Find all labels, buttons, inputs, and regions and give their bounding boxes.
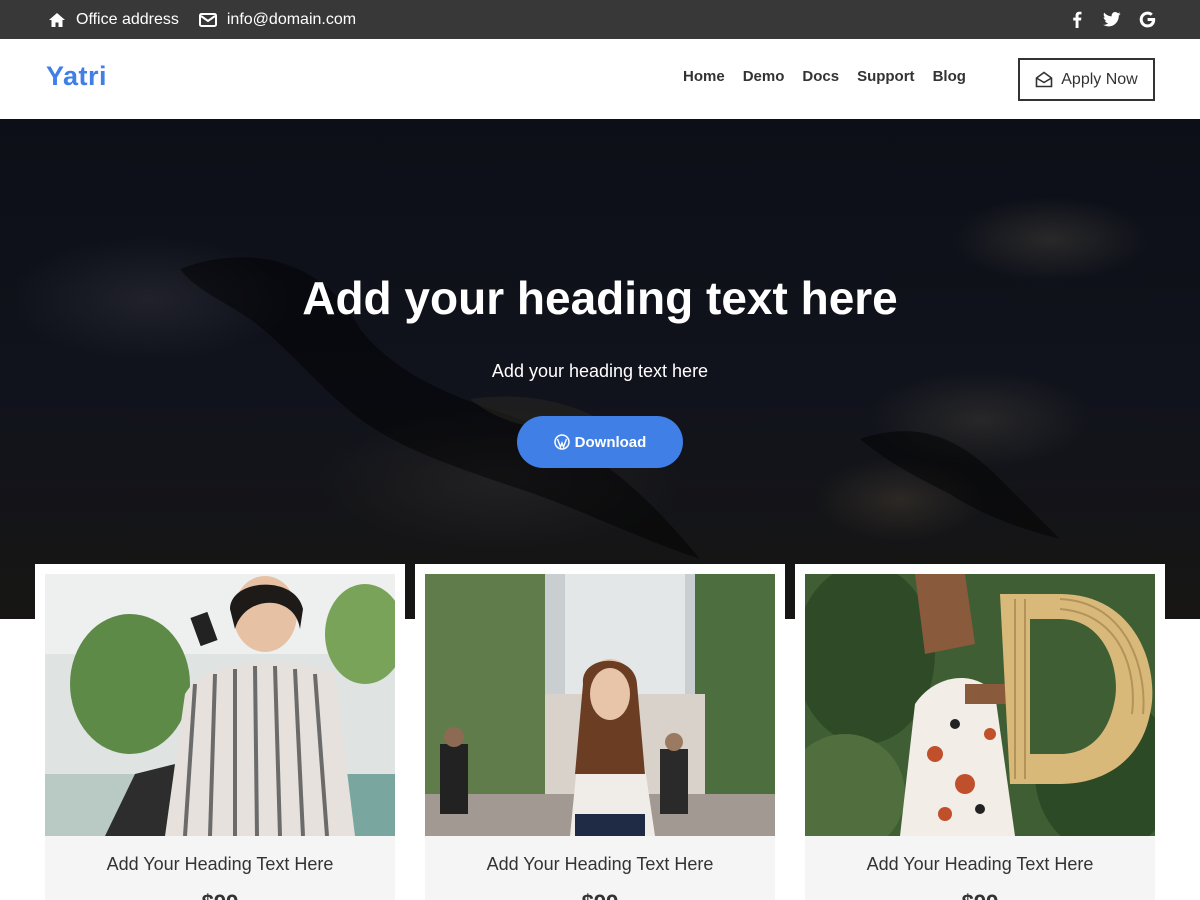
email-text: info@domain.com [226, 10, 357, 28]
product-card[interactable]: Add Your Heading Text Here $99 [415, 564, 785, 900]
product-title[interactable]: Add Your Heading Text Here [45, 854, 395, 875]
office-address-text: Office address [76, 10, 179, 28]
hero-title: Add your heading text here [302, 272, 898, 324]
product-image[interactable] [45, 574, 395, 836]
twitter-icon[interactable] [1103, 11, 1121, 29]
office-address: Office address [48, 11, 179, 29]
google-icon[interactable] [1138, 11, 1156, 29]
main-nav: Home Demo Docs Support Blog [674, 68, 975, 85]
email-link[interactable]: info@domain.com [198, 10, 357, 29]
hero-section: Add your heading text here Add your head… [0, 119, 1200, 619]
product-price: $99 [425, 890, 775, 900]
product-image[interactable] [805, 574, 1155, 836]
nav-item-demo[interactable]: Demo [743, 68, 785, 85]
product-title[interactable]: Add Your Heading Text Here [425, 854, 775, 875]
product-price: $99 [45, 890, 395, 900]
apply-now-label: Apply Now [1061, 70, 1138, 88]
product-price: $99 [805, 890, 1155, 900]
nav-item-support[interactable]: Support [857, 68, 915, 85]
download-label: Download [574, 433, 647, 451]
download-button[interactable]: Download [517, 416, 683, 468]
product-image[interactable] [425, 574, 775, 836]
nav-item-blog[interactable]: Blog [933, 68, 966, 85]
home-icon [49, 12, 65, 27]
envelope-icon [198, 12, 217, 27]
site-header: Yatri Home Demo Docs Support Blog Apply … [0, 39, 1200, 119]
envelope-open-icon [1035, 71, 1053, 88]
social-links [1051, 0, 1156, 39]
product-title[interactable]: Add Your Heading Text Here [805, 854, 1155, 875]
hero-subtitle: Add your heading text here [491, 361, 709, 381]
contact-info: Office address info@domain.com [48, 0, 376, 39]
wordpress-icon [553, 434, 570, 450]
nav-item-docs[interactable]: Docs [802, 68, 839, 85]
site-logo[interactable]: Yatri [46, 61, 107, 92]
product-card[interactable]: Add Your Heading Text Here $99 [35, 564, 405, 900]
facebook-icon[interactable] [1068, 11, 1086, 29]
top-bar: Office address info@domain.com [0, 0, 1200, 39]
apply-now-button[interactable]: Apply Now [1018, 58, 1155, 101]
product-card[interactable]: Add Your Heading Text Here $99 [795, 564, 1165, 900]
nav-item-home[interactable]: Home [683, 68, 725, 85]
